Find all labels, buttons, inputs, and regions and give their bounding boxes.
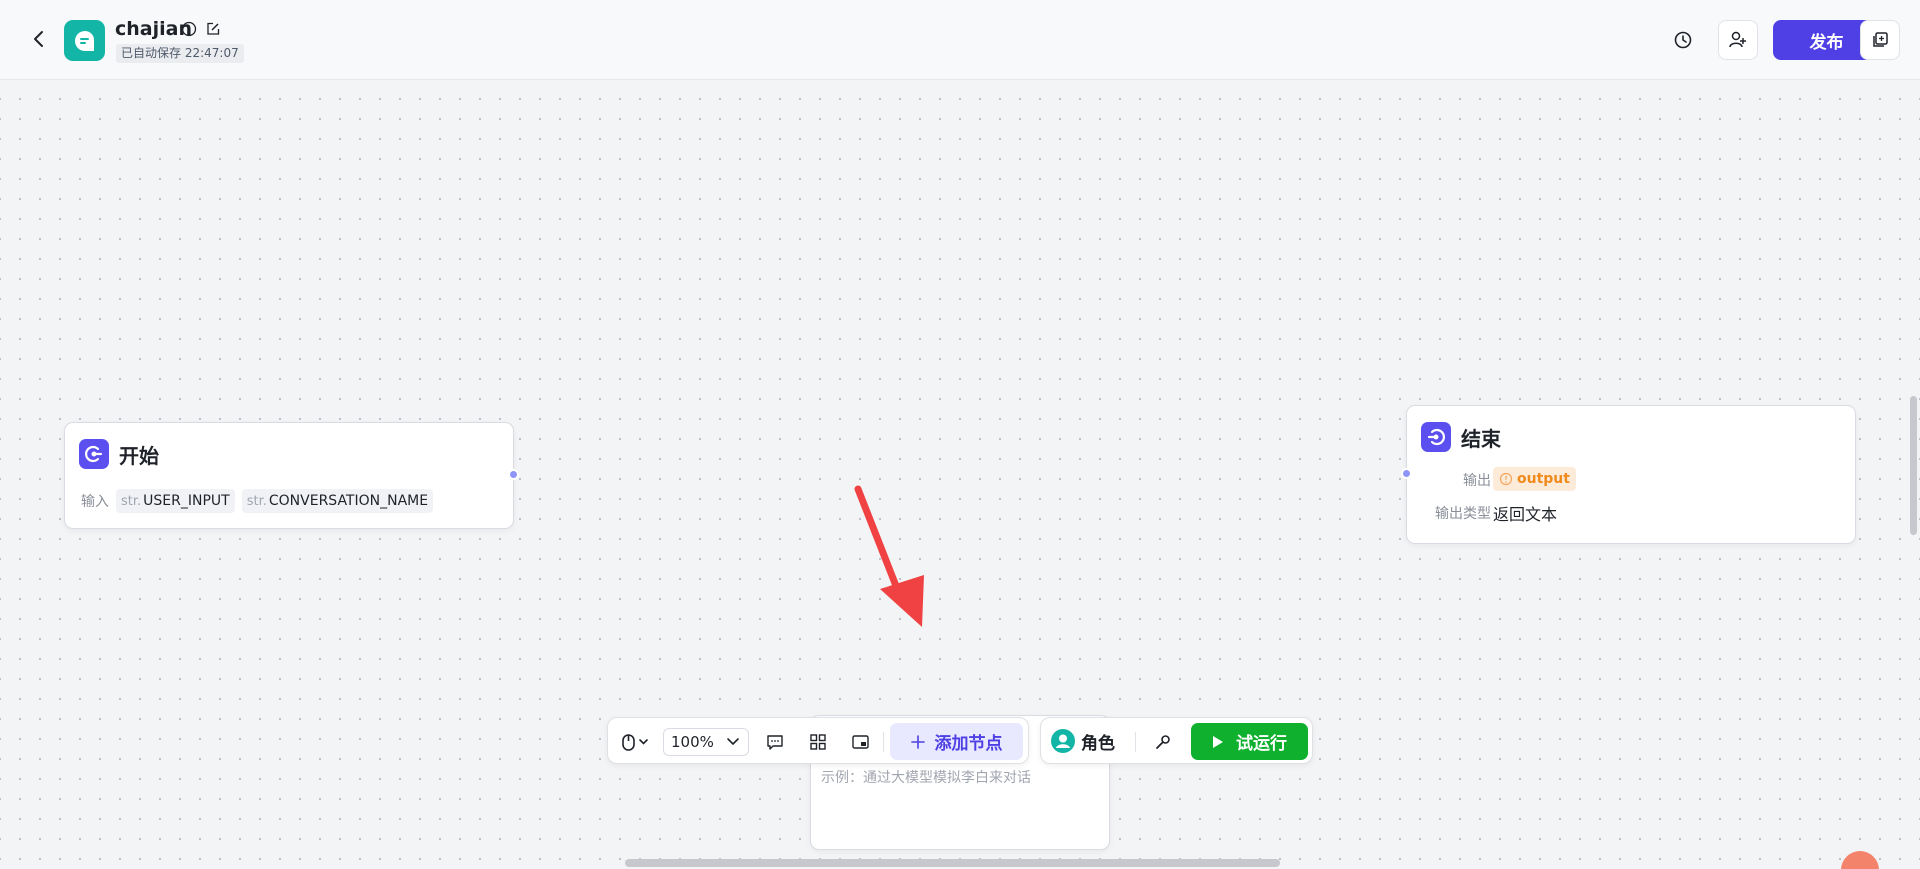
- auto-layout-button[interactable]: [803, 728, 833, 756]
- chevron-down-icon: [727, 738, 739, 746]
- role-button[interactable]: 角色: [1051, 726, 1115, 756]
- output-variable-tag: output: [1493, 467, 1576, 491]
- role-label: 角色: [1081, 733, 1115, 754]
- autosave-status: 已自动保存 22:47:07: [116, 44, 244, 63]
- copy-icon: [1873, 32, 1888, 47]
- app-logo: [64, 20, 105, 61]
- vertical-scrollbar[interactable]: [1910, 396, 1917, 535]
- output-label: 输出: [1463, 473, 1491, 489]
- assistant-avatar[interactable]: [1841, 851, 1879, 869]
- back-arrow-icon[interactable]: [28, 28, 50, 50]
- mouse-icon: [622, 734, 648, 751]
- output-type-label: 输出类型: [1435, 506, 1491, 522]
- warning-icon: [1499, 472, 1513, 486]
- param-name: CONVERSATION_NAME: [268, 493, 429, 509]
- minimap-icon: [852, 735, 869, 749]
- canvas-toolbar: 100% 添加节点: [607, 717, 1029, 764]
- zoom-select[interactable]: 100%: [663, 728, 749, 756]
- start-icon: [79, 439, 109, 469]
- end-icon: [1421, 422, 1451, 452]
- history-button[interactable]: [1663, 20, 1703, 60]
- horizontal-scrollbar[interactable]: [625, 859, 1280, 867]
- collaborator-button[interactable]: [1718, 20, 1758, 60]
- debug-tools-button[interactable]: [1148, 728, 1178, 756]
- toolbar-divider: [883, 732, 884, 752]
- param-tag-conversation-name: str. CONVERSATION_NAME: [241, 489, 434, 513]
- libai-node-description: 示例：通过大模型模拟李白来对话: [821, 770, 1031, 786]
- start-node[interactable]: 开始 输入 str. USER_INPUT str. CONVERSATION_NA…: [64, 422, 519, 529]
- param-type: str.: [121, 493, 142, 509]
- toolbar-divider: [1135, 732, 1136, 752]
- end-node[interactable]: 结束 输出 output 输出类型 返回文本: [1401, 405, 1856, 544]
- minimap-button[interactable]: [846, 728, 876, 756]
- run-toolbar: 角色 试运行: [1040, 717, 1313, 764]
- add-node-button[interactable]: 添加节点: [890, 723, 1023, 760]
- comment-button[interactable]: [760, 728, 790, 756]
- workflow-canvas[interactable]: 开始 输入 str. USER_INPUT str. CONVERSATION_NA…: [0, 81, 1920, 869]
- input-label: 输入: [81, 494, 109, 510]
- zoom-value: 100%: [671, 733, 714, 751]
- start-node-title: 开始: [119, 443, 159, 468]
- history-icon: [1674, 31, 1692, 49]
- copy-button[interactable]: [1860, 20, 1900, 60]
- wrench-icon: [1156, 735, 1170, 749]
- output-variable-name: output: [1517, 471, 1570, 487]
- grid-layout-icon: [810, 734, 826, 750]
- comment-icon: [767, 735, 783, 750]
- interaction-mode-button[interactable]: [618, 728, 654, 756]
- output-type-value: 返回文本: [1493, 505, 1558, 524]
- play-icon: [1213, 735, 1223, 748]
- edit-icon[interactable]: [205, 21, 221, 37]
- add-collaborator-icon: [1729, 31, 1746, 48]
- top-header: chajian 已自动保存 22:47:07 发布: [0, 0, 1920, 80]
- param-name: USER_INPUT: [143, 493, 230, 509]
- param-type: str.: [246, 493, 267, 509]
- end-node-title: 结束: [1461, 426, 1501, 451]
- trial-run-label: 试运行: [1236, 734, 1287, 754]
- info-icon[interactable]: [181, 21, 197, 37]
- role-avatar-icon: [1051, 729, 1075, 753]
- plus-icon: [910, 734, 925, 749]
- param-tag-user-input: str. USER_INPUT: [116, 489, 235, 513]
- trial-run-button[interactable]: 试运行: [1191, 723, 1308, 760]
- chat-bubble-icon: [74, 30, 94, 51]
- end-input-port[interactable]: [1401, 468, 1412, 479]
- start-output-port[interactable]: [508, 469, 519, 480]
- add-node-label: 添加节点: [934, 734, 1003, 754]
- red-annotation-arrow: [854, 485, 924, 627]
